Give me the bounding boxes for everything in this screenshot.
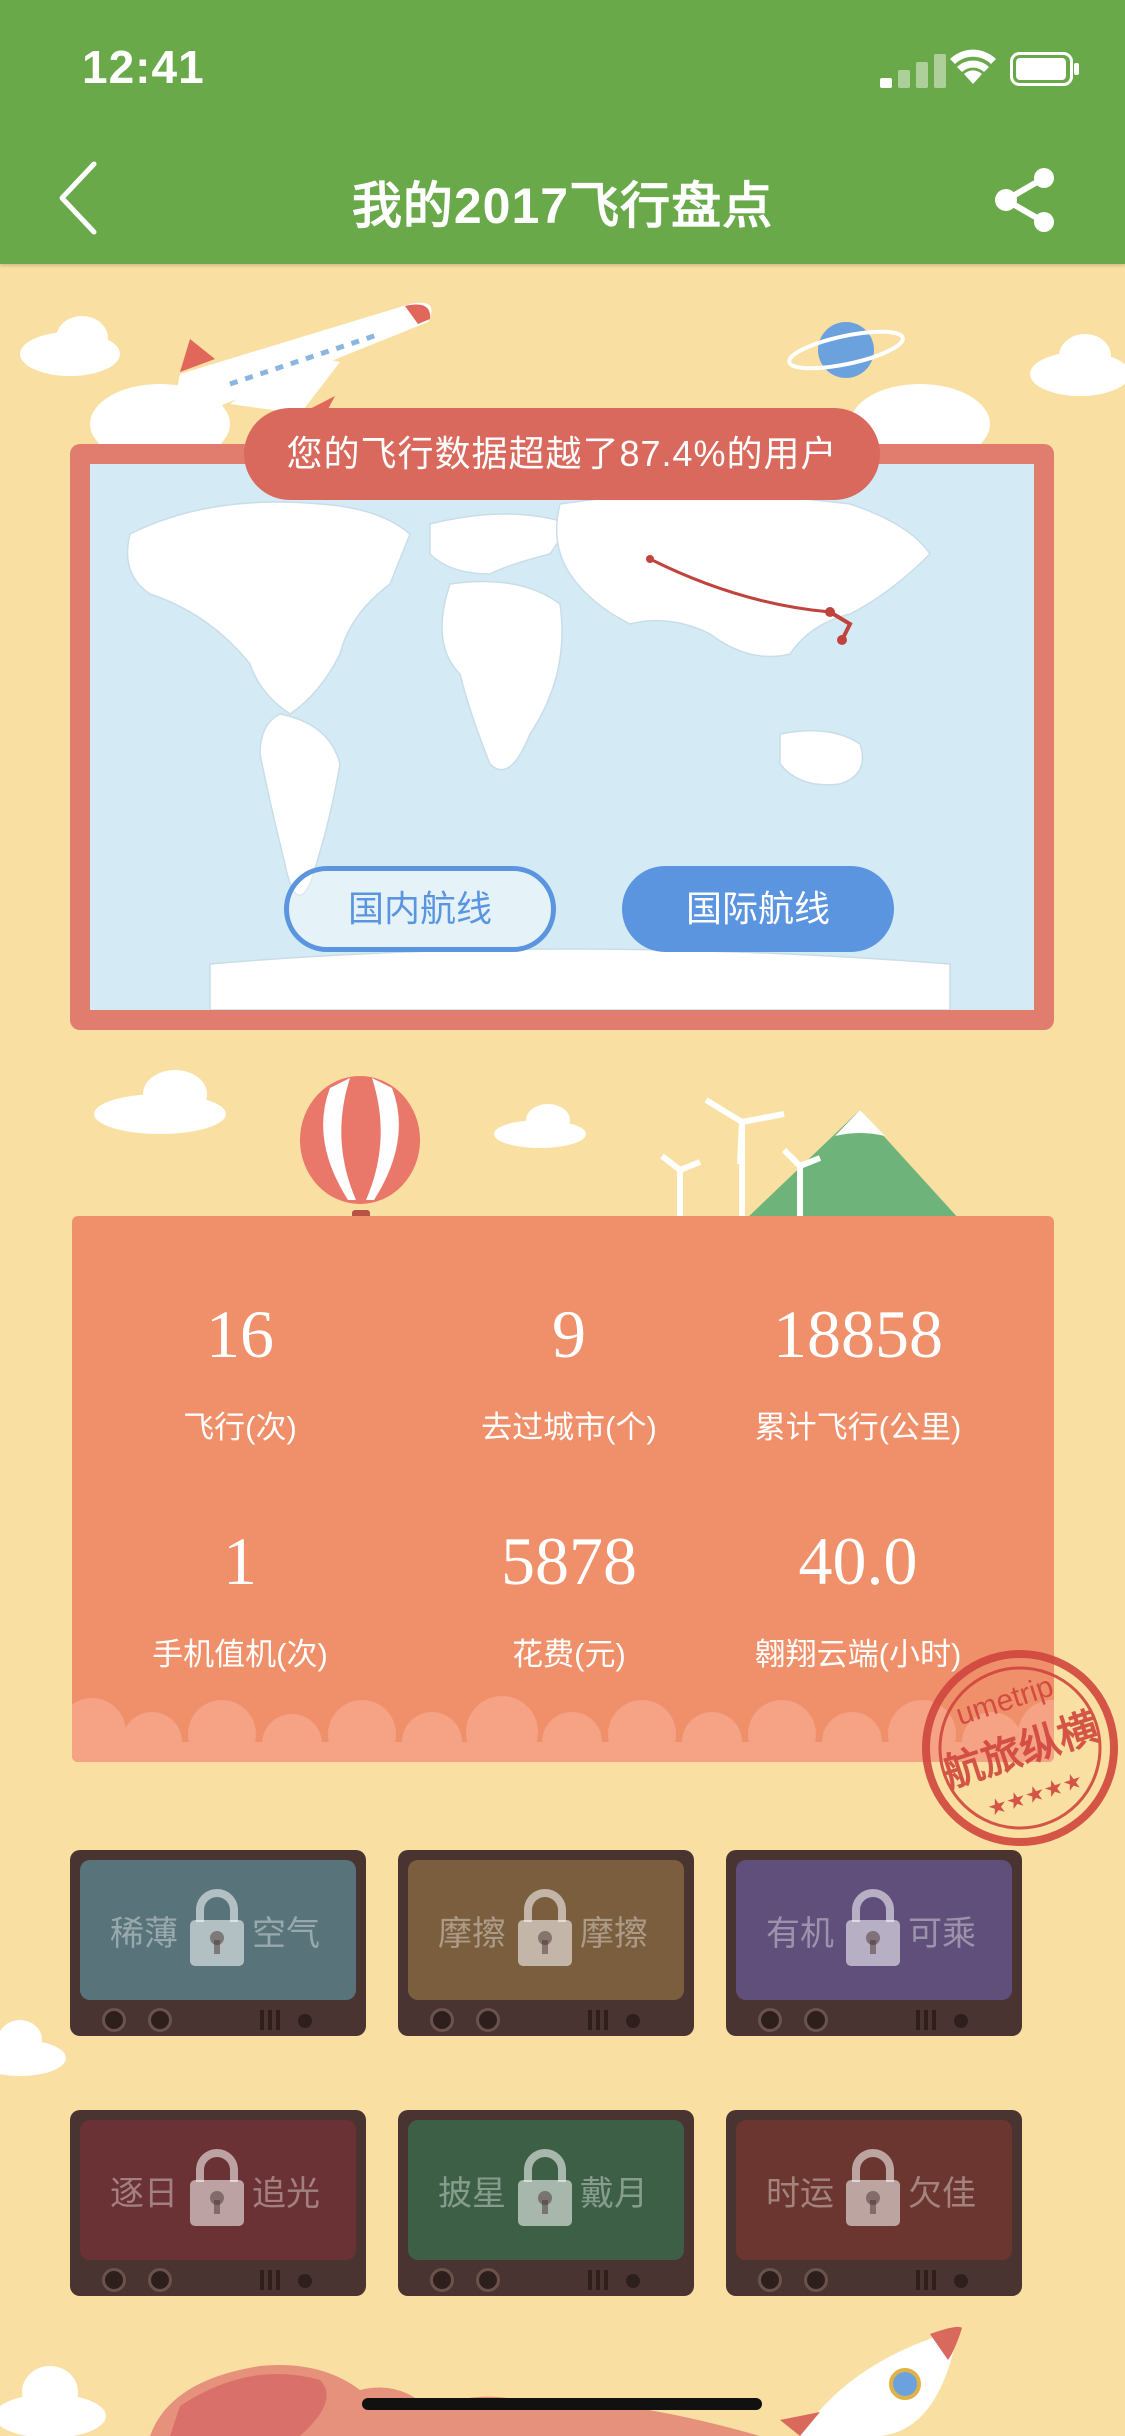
achievement-badge[interactable]: 逐日 追光 [70, 2110, 366, 2296]
achievement-badge[interactable]: 时运 欠佳 [726, 2110, 1022, 2296]
power-dot [298, 2014, 312, 2028]
vent-icon [916, 2270, 936, 2290]
power-dot [954, 2014, 968, 2028]
stat-distance: 18858 累计飞行(公里) [698, 1294, 1018, 1447]
stat-mobile-checkin: 1 手机值机(次) [80, 1521, 400, 1674]
knob-icon [758, 2268, 782, 2292]
knob-icon [430, 2008, 454, 2032]
knob-icon [758, 2008, 782, 2032]
stat-cities: 9 去过城市(个) [409, 1294, 729, 1447]
lock-icon [190, 2149, 244, 2226]
cloud-pattern [72, 1696, 1054, 1762]
lock-icon [518, 2149, 572, 2226]
battery-icon [1010, 52, 1079, 86]
lock-icon [846, 1889, 900, 1966]
tab-international-routes[interactable]: 国际航线 [622, 866, 894, 952]
stat-value: 9 [552, 1296, 586, 1372]
share-icon[interactable] [992, 168, 1058, 232]
stat-value: 16 [206, 1296, 274, 1372]
knob-icon [148, 2008, 172, 2032]
knob-icon [148, 2268, 172, 2292]
stat-value: 5878 [501, 1523, 637, 1599]
stat-label: 花费(元) [512, 1637, 626, 1672]
badge-text-right: 追光 [252, 2175, 320, 2213]
badge-text-left: 时运 [766, 2175, 834, 2213]
world-map [90, 464, 1034, 1010]
achievement-badge[interactable]: 稀薄 空气 [70, 1850, 366, 2036]
vent-icon [588, 2270, 608, 2290]
stats-card: 16 飞行(次) 9 去过城市(个) 18858 累计飞行(公里) 1 手机值机… [72, 1216, 1054, 1762]
hot-air-balloon-icon [300, 1076, 420, 1220]
ranking-banner: 您的飞行数据超越了87.4%的用户 [244, 408, 880, 500]
wifi-icon [950, 49, 996, 84]
power-dot [298, 2274, 312, 2288]
world-map-graphic [126, 493, 951, 1010]
badge-text-left: 披星 [438, 2175, 506, 2213]
rocket-icon [780, 2326, 962, 2436]
badge-text-right: 空气 [252, 1915, 320, 1953]
cloud-icon [0, 2020, 66, 2076]
knob-icon [804, 2008, 828, 2032]
airplane-icon [177, 302, 432, 424]
vent-icon [260, 2010, 280, 2030]
status-time: 12:41 [82, 41, 205, 93]
badge-text-left: 稀薄 [110, 1915, 178, 1953]
badge-text-right: 欠佳 [908, 2175, 976, 2213]
stat-label: 飞行(次) [183, 1410, 297, 1445]
stat-label: 累计飞行(公里) [754, 1410, 962, 1445]
planet-icon [787, 322, 905, 378]
stat-value: 18858 [773, 1296, 943, 1372]
home-indicator [362, 2398, 762, 2410]
achievement-badge[interactable]: 披星 戴月 [398, 2110, 694, 2296]
stat-label: 去过城市(个) [481, 1410, 657, 1445]
achievement-badge[interactable]: 摩擦 摩擦 [398, 1850, 694, 2036]
power-dot [954, 2274, 968, 2288]
badge-text-left: 逐日 [110, 2175, 178, 2213]
knob-icon [476, 2008, 500, 2032]
badge-text-right: 摩擦 [580, 1915, 648, 1953]
vent-icon [260, 2270, 280, 2290]
lock-icon [846, 2149, 900, 2226]
badge-text-right: 可乘 [908, 1915, 976, 1953]
stat-flights: 16 飞行(次) [80, 1294, 400, 1447]
lock-icon [518, 1889, 572, 1966]
power-dot [626, 2014, 640, 2028]
nav-bar: 我的2017飞行盘点 [0, 132, 1125, 264]
page-title: 我的2017飞行盘点 [351, 178, 774, 234]
stat-spending: 5878 花费(元) [409, 1521, 729, 1674]
vent-icon [588, 2010, 608, 2030]
knob-icon [476, 2268, 500, 2292]
lock-icon [190, 1889, 244, 1966]
stat-label: 手机值机(次) [152, 1637, 328, 1672]
bottom-decoration [150, 2326, 962, 2436]
knob-icon [804, 2268, 828, 2292]
landscape-decoration [94, 1070, 960, 1220]
knob-icon [102, 2268, 126, 2292]
achievement-badge[interactable]: 有机 可乘 [726, 1850, 1022, 2036]
badge-text-left: 有机 [766, 1915, 834, 1953]
status-bar: 12:41 [0, 0, 1125, 132]
stat-value: 1 [223, 1523, 257, 1599]
stat-value: 40.0 [798, 1523, 918, 1599]
badge-text-right: 戴月 [580, 2175, 648, 2213]
umetrip-stamp: umetrip 航旅纵横 ★★★★★ [922, 1650, 1118, 1846]
power-dot [626, 2274, 640, 2288]
knob-icon [102, 2008, 126, 2032]
knob-icon [430, 2268, 454, 2292]
vent-icon [916, 2010, 936, 2030]
badge-text-left: 摩擦 [438, 1915, 506, 1953]
tab-domestic-routes[interactable]: 国内航线 [284, 866, 556, 952]
